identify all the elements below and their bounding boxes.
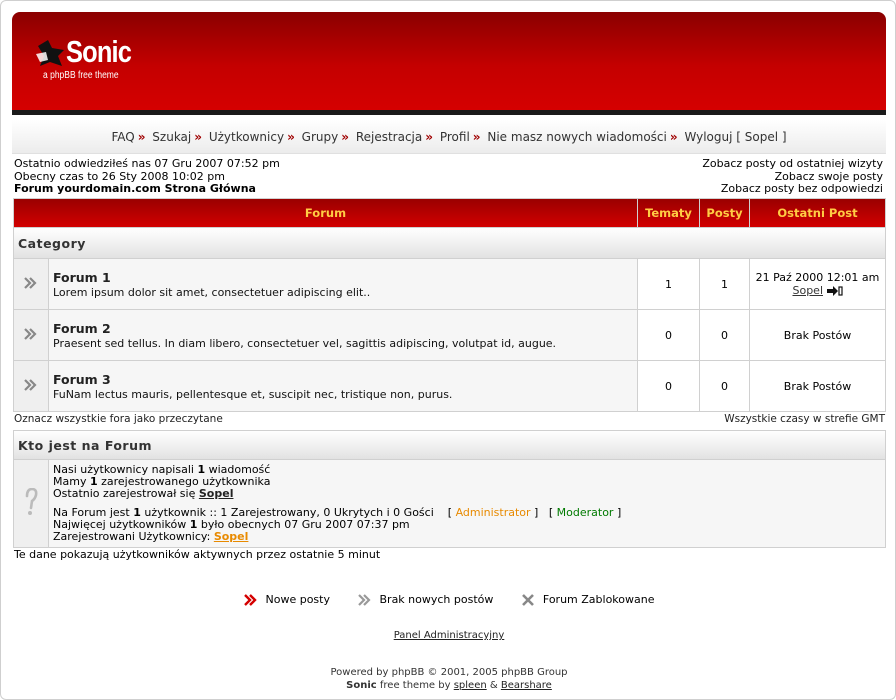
header-topics: Tematy	[638, 199, 699, 227]
who-is-online-title[interactable]: Kto jest na Forum	[14, 431, 885, 459]
forum-info: Forum 2 Praesent sed tellus. In diam lib…	[49, 310, 637, 360]
admin-panel-link[interactable]: Panel Administracyjny	[394, 630, 505, 641]
forum-row: Forum 2 Praesent sed tellus. In diam lib…	[14, 310, 885, 360]
forum-description: FuNam lectus mauris, pellentesque et, su…	[53, 387, 453, 401]
visit-info: Ostatnio odwiedziłeś nas 07 Gru 2007 07:…	[14, 157, 280, 196]
author-spleen-link[interactable]: spleen	[454, 680, 487, 691]
search-links: Zobacz posty od ostatniej wizyty Zobacz …	[702, 157, 883, 196]
who-is-online-stats: Nasi użytkownicy napisali 1 wiadomość Ma…	[49, 460, 885, 547]
theme-name: Sonic	[346, 680, 377, 691]
view-latest-post-icon[interactable]	[826, 286, 843, 296]
icon-legend: Nowe posty Brak nowych postów Forum Zabl…	[1, 592, 895, 606]
nav-logout[interactable]: Wyloguj [ Sopel ]	[684, 130, 786, 144]
page-footer: Powered by phpBB © 2001, 2005 phpBB Grou…	[1, 666, 895, 692]
forum-row: Forum 3 FuNam lectus mauris, pellentesqu…	[14, 361, 885, 411]
forum-row: Forum 1 Lorem ipsum dolor sit amet, cons…	[14, 259, 885, 309]
nav-members[interactable]: Użytkownicy	[209, 130, 284, 144]
who-is-online-header: Kto jest na Forum	[14, 431, 885, 459]
no-new-posts-icon	[357, 593, 371, 606]
locked-forum-icon	[521, 593, 534, 606]
forum-posts-count: 0	[700, 310, 749, 360]
header-posts: Posty	[700, 199, 749, 227]
category-row: Category	[14, 228, 885, 258]
forum-name-link[interactable]: Forum 3	[53, 372, 636, 387]
forum-topics-count: 0	[638, 310, 699, 360]
newest-user-link[interactable]: Sopel	[199, 487, 234, 500]
theme-credit: Sonic free theme by spleen & Bearshare	[346, 680, 552, 691]
online-user-link[interactable]: Sopel	[214, 530, 249, 543]
forum-last-post: 21 Paź 2000 12:01 am Sopel	[750, 259, 885, 309]
legend-no-new-posts: Brak nowych postów	[357, 593, 493, 606]
mark-all-read-link[interactable]: Oznacz wszystkie fora jako przeczytane	[14, 413, 223, 425]
forum-posts-count: 1	[700, 259, 749, 309]
breadcrumb[interactable]: Forum yourdomain.com Strona Główna	[14, 182, 280, 196]
nav-separator-icon: »	[425, 130, 434, 144]
forum-last-post: Brak Postów	[750, 361, 885, 411]
main-navigation: FAQ» Szukaj» Użytkownicy» Grupy» Rejestr…	[12, 120, 886, 154]
legend-locked: Forum Zablokowane	[521, 593, 655, 606]
site-header: Sonic a phpBB free theme	[12, 12, 886, 115]
admin-panel-row: Panel Administracyjny	[1, 630, 895, 641]
registered-users-line: Zarejestrowani Użytkownicy: Sopel	[53, 530, 249, 543]
table-footer-links: Oznacz wszystkie fora jako przeczytane W…	[14, 413, 885, 425]
nav-faq[interactable]: FAQ	[111, 130, 134, 144]
nav-separator-icon: »	[472, 130, 481, 144]
forum-name-link[interactable]: Forum 1	[53, 270, 636, 285]
online-note: Te dane pokazują użytkowników aktywnych …	[14, 548, 381, 561]
forum-posts-count: 0	[700, 361, 749, 411]
nav-separator-icon: »	[194, 130, 203, 144]
no-new-posts-icon	[14, 361, 48, 411]
nav-separator-icon: »	[669, 130, 678, 144]
timezone-text: Wszystkie czasy w strefie GMT	[724, 413, 885, 425]
category-title[interactable]: Category	[14, 228, 885, 258]
nav-profile[interactable]: Profil	[440, 130, 470, 144]
legend-moderator: Moderator	[556, 506, 614, 519]
nav-separator-icon: »	[341, 130, 349, 144]
nav-register[interactable]: Rejestracja	[356, 130, 422, 144]
forum-topics-count: 0	[638, 361, 699, 411]
author-bearshare-link[interactable]: Bearshare	[501, 680, 552, 691]
nav-messages[interactable]: Nie masz nowych wiadomości	[487, 130, 666, 144]
forum-description: Praesent sed tellus. In diam libero, con…	[53, 336, 557, 350]
forum-last-post: Brak Postów	[750, 310, 885, 360]
last-visit-text: Ostatnio odwiedziłeś nas 07 Gru 2007 07:…	[14, 157, 280, 170]
newest-user-line: Ostatnio zarejestrował się Sopel	[53, 487, 234, 500]
logo-subtitle: a phpBB free theme	[43, 70, 119, 81]
who-is-online-body: Nasi użytkownicy napisali 1 wiadomość Ma…	[14, 460, 885, 547]
last-post-user-link[interactable]: Sopel	[792, 284, 823, 297]
no-new-posts-icon	[14, 310, 48, 360]
nav-groups[interactable]: Grupy	[302, 130, 339, 144]
whosonline-icon	[14, 460, 48, 547]
nav-separator-icon: »	[137, 130, 146, 144]
powered-by-text: Powered by phpBB © 2001, 2005 phpBB Grou…	[330, 667, 568, 678]
forum-info: Forum 3 FuNam lectus mauris, pellentesqu…	[49, 361, 637, 411]
table-header-row: Forum Tematy Posty Ostatni Post	[14, 199, 885, 227]
no-new-posts-icon	[14, 259, 48, 309]
forum-index-table: Forum Tematy Posty Ostatni Post Category…	[13, 198, 886, 412]
nav-search[interactable]: Szukaj	[152, 130, 191, 144]
nav-separator-icon: »	[287, 130, 295, 144]
last-post-date: 21 Paź 2000 12:01 am	[755, 271, 880, 284]
link-unanswered-posts[interactable]: Zobacz posty bez odpowiedzi	[702, 182, 883, 196]
legend-new-posts: Nowe posty	[243, 593, 330, 606]
new-posts-icon	[243, 593, 257, 606]
logo-mark-icon	[36, 40, 64, 66]
link-posts-since-visit[interactable]: Zobacz posty od ostatniej wizyty	[702, 157, 883, 171]
forum-description: Lorem ipsum dolor sit amet, consectetuer…	[53, 285, 371, 299]
who-is-online-table: Kto jest na Forum Nasi użytkownicy napis…	[13, 430, 886, 548]
logo-title: Sonic	[66, 34, 132, 69]
header-forum: Forum	[14, 199, 637, 227]
page-frame: Sonic a phpBB free theme FAQ» Szukaj» Uż…	[0, 0, 896, 700]
forum-name-link[interactable]: Forum 2	[53, 321, 636, 336]
forum-topics-count: 1	[638, 259, 699, 309]
header-last-post: Ostatni Post	[750, 199, 885, 227]
forum-info: Forum 1 Lorem ipsum dolor sit amet, cons…	[49, 259, 637, 309]
legend-administrator: Administrator	[455, 506, 531, 519]
